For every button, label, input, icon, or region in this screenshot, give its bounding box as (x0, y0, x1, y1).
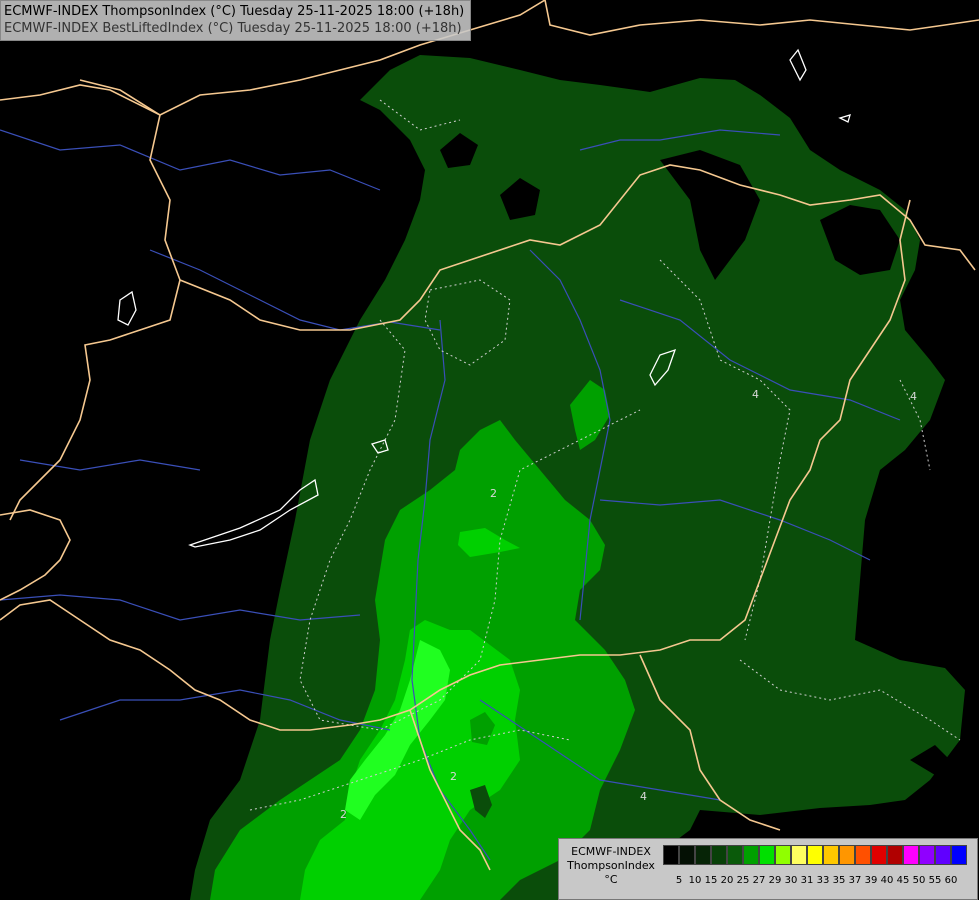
contour-label: 2 (340, 808, 347, 821)
legend-swatch (823, 845, 839, 865)
title-thompson-index: ECMWF-INDEX ThompsonIndex (°C) Tuesday 2… (4, 4, 465, 19)
legend-swatch (663, 845, 679, 865)
legend-tick-label: 40 (880, 875, 894, 886)
legend-ticks: 5 10 15 20 25 27 29 30 31 33 35 37 39 40 45 50 55 60 (663, 875, 959, 886)
legend-tick-label: 37 (848, 875, 862, 886)
contour-label: 2 (450, 770, 457, 783)
legend-swatch (727, 845, 743, 865)
legend-swatch (887, 845, 903, 865)
legend-swatch (679, 845, 695, 865)
legend-swatch (695, 845, 711, 865)
legend-swatch (903, 845, 919, 865)
legend-swatch (775, 845, 791, 865)
legend-source: ECMWF-INDEX (571, 845, 651, 858)
legend-tick-label: 39 (864, 875, 878, 886)
map-title: ECMWF-INDEX ThompsonIndex (°C) Tuesday 2… (0, 0, 472, 41)
legend-variable: ThompsonIndex (567, 859, 655, 872)
legend-tick-label: 15 (704, 875, 718, 886)
legend-swatch (743, 845, 759, 865)
legend-swatch (855, 845, 871, 865)
legend-swatches (663, 845, 967, 865)
legend-unit: °C (604, 873, 618, 886)
legend-swatch (871, 845, 887, 865)
forecast-map: 2 2 2 4 4 4 4 (0, 0, 979, 900)
contour-label: 4 (640, 790, 647, 803)
legend-tick-label: 35 (832, 875, 846, 886)
contour-label: 4 (910, 390, 917, 403)
legend-swatch (919, 845, 935, 865)
legend-tick-label: 55 (928, 875, 942, 886)
legend-tick-label: 10 (688, 875, 702, 886)
legend-swatch (807, 845, 823, 865)
contour-label: 2 (490, 487, 497, 500)
legend-tick-label: 29 (768, 875, 782, 886)
legend-tick-label: 50 (912, 875, 926, 886)
legend-tick-label: 31 (800, 875, 814, 886)
legend-caption: ECMWF-INDEX ThompsonIndex °C (561, 845, 661, 887)
color-legend: ECMWF-INDEX ThompsonIndex °C 5 10 15 20 25 27… (558, 838, 978, 900)
title-best-lifted-index: ECMWF-INDEX BestLiftedIndex (°C) Tuesday… (4, 21, 462, 36)
contour-label: 4 (752, 388, 759, 401)
legend-tick-label: 27 (752, 875, 766, 886)
legend-tick-label: 5 (675, 875, 683, 886)
legend-swatch (935, 845, 951, 865)
legend-swatch (951, 845, 967, 865)
legend-tick-label: 60 (944, 875, 958, 886)
legend-swatch (791, 845, 807, 865)
legend-tick-label: 30 (784, 875, 798, 886)
legend-swatch (759, 845, 775, 865)
legend-tick-label: 20 (720, 875, 734, 886)
legend-swatch (711, 845, 727, 865)
legend-tick-label: 33 (816, 875, 830, 886)
legend-tick-spacer (663, 875, 671, 886)
legend-tick-label: 45 (896, 875, 910, 886)
legend-tick-label: 25 (736, 875, 750, 886)
legend-swatch (839, 845, 855, 865)
